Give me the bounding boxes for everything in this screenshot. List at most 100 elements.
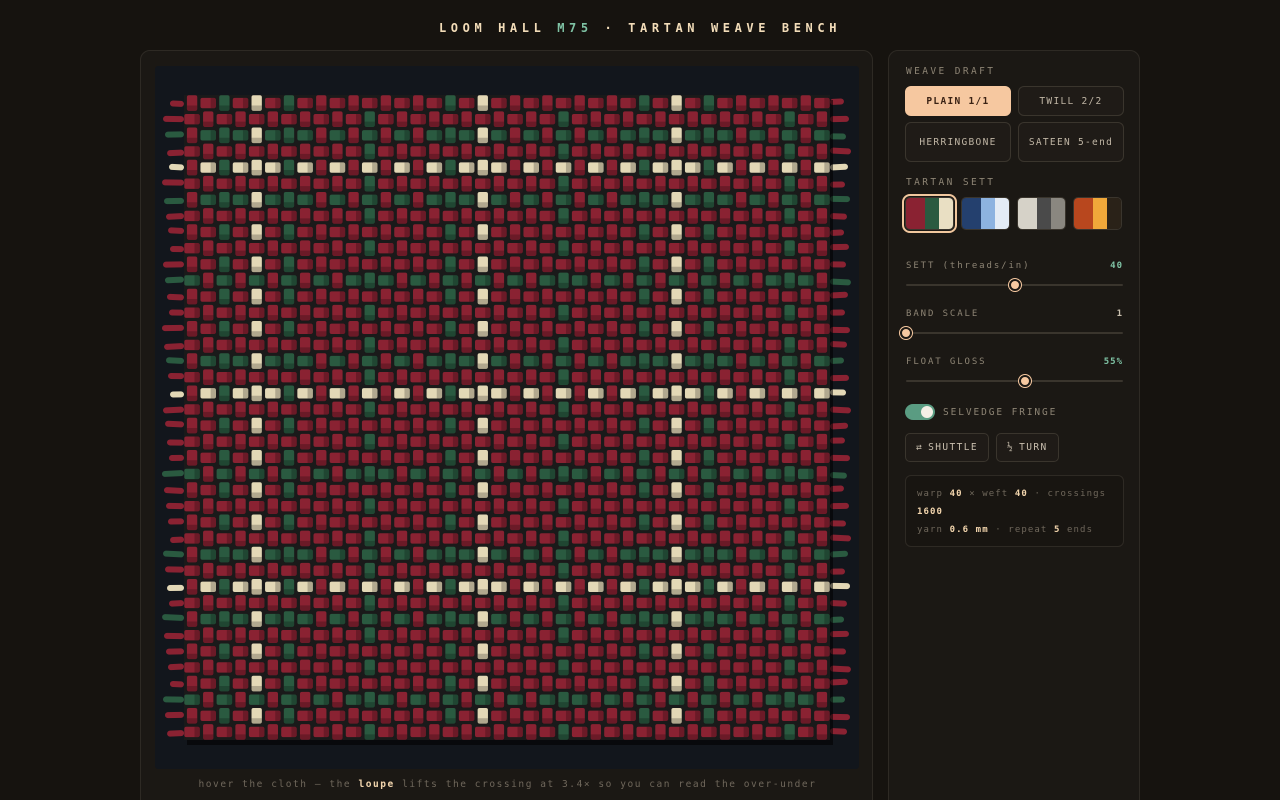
thread-shade [736, 685, 747, 692]
thread-shade [323, 533, 330, 544]
thread-shade [226, 597, 233, 609]
thread-shade [283, 685, 295, 692]
float-gloss-value: 55% [1103, 357, 1123, 367]
thread-shade [662, 355, 669, 367]
thread-shade [816, 702, 828, 708]
thread-shade [275, 194, 281, 205]
thread-shade [388, 533, 394, 544]
thread-shade [436, 581, 443, 592]
draft-herringbone-button[interactable]: HERRINGBONE [905, 122, 1011, 162]
thread-shade [558, 605, 569, 611]
thread-shade [792, 710, 798, 721]
thread-shade [590, 379, 601, 385]
thread-shade [558, 282, 569, 289]
half-turn-button[interactable]: ½ TURN [995, 433, 1059, 462]
thread-shade [388, 243, 394, 254]
thread-shade [242, 194, 249, 205]
thread-shade [339, 162, 346, 173]
thread-shade [404, 291, 410, 302]
thread-shade [452, 243, 459, 254]
weft-value: 40 [1014, 489, 1028, 499]
sett-slider-thumb[interactable] [1008, 279, 1021, 291]
thread-shade [275, 581, 281, 592]
draft-sateen-button[interactable]: SATEEN 5-end [1018, 122, 1124, 162]
thread-shade [565, 355, 572, 367]
thread-shade [275, 517, 281, 528]
fringe-thread [168, 227, 185, 234]
thread-shade [646, 726, 653, 738]
thread-shade [679, 597, 685, 609]
draft-twill-button[interactable]: TWILL 2/2 [1018, 86, 1124, 116]
control-panel: WEAVE DRAFT PLAIN 1/1 TWILL 2/2 HERRINGB… [888, 50, 1140, 800]
thread-shade [542, 718, 553, 724]
thread-shade [404, 355, 410, 367]
sett-swatch-stone-slate[interactable] [1017, 197, 1066, 230]
thread-shade [332, 476, 343, 482]
fringe-thread [165, 566, 185, 573]
thread-shade [485, 726, 491, 738]
thread-shade [792, 355, 798, 367]
sett-slider-track[interactable] [906, 279, 1123, 291]
sett-swatch-navy-sky[interactable] [961, 197, 1010, 230]
thread-shade [235, 540, 246, 547]
thread-shade [219, 234, 230, 240]
thread-shade [275, 678, 281, 689]
thread-shade [501, 710, 507, 721]
thread-shade [316, 363, 327, 369]
swatch-color-band [1106, 198, 1121, 229]
thread-shade [299, 702, 311, 708]
thread-shade [662, 291, 669, 302]
thread-shade [582, 178, 588, 189]
thread-shade [630, 678, 636, 689]
thread-shade [768, 589, 779, 595]
thread-shade [501, 226, 507, 238]
thread-shade [614, 178, 620, 189]
band-scale-thumb[interactable] [900, 327, 912, 339]
thread-shade [429, 186, 440, 192]
band-scale-track[interactable] [900, 327, 1123, 339]
thread-shade [501, 130, 507, 141]
thread-shade [639, 298, 650, 305]
thread-shade [186, 266, 198, 273]
thread-shade [808, 436, 814, 447]
thread-shade [372, 323, 378, 334]
selvedge-fringe-toggle[interactable] [905, 404, 935, 420]
thread-shade [219, 169, 230, 176]
thread-shade [622, 379, 634, 385]
thread-shade [517, 533, 523, 544]
draft-plain-button[interactable]: PLAIN 1/1 [905, 86, 1011, 116]
thread-shade [614, 565, 620, 576]
thread-shade [533, 613, 539, 625]
sett-swatch-rust-amber[interactable] [1073, 197, 1122, 230]
sett-swatch-crimson-forest[interactable] [902, 194, 957, 233]
thread-shade [808, 404, 814, 415]
shuttle-button[interactable]: ⇄ SHUTTLE [905, 433, 989, 462]
thread-shade [775, 275, 782, 286]
thread-shade [662, 130, 669, 141]
thread-shade [533, 323, 539, 334]
thread-shade [396, 347, 408, 353]
tartan-cloth[interactable] [184, 95, 830, 740]
float-gloss-track[interactable] [906, 375, 1123, 387]
thread-shade [219, 266, 230, 273]
thread-shade [784, 186, 795, 192]
thread-shade [549, 662, 556, 673]
cloth-viewport[interactable] [155, 66, 859, 769]
thread-shade [646, 178, 653, 189]
thread-shade [501, 613, 507, 625]
thread-shade [436, 97, 443, 109]
thread-shade [356, 210, 362, 222]
thread-shade [784, 540, 795, 547]
thread-shade [655, 347, 666, 353]
fringe-thread [162, 614, 185, 621]
thread-shade [364, 315, 375, 321]
thread-shade [800, 589, 811, 595]
thread-shade [614, 662, 620, 673]
thread-shade [517, 501, 523, 512]
thread-shade [565, 194, 572, 205]
thread-shade [219, 202, 230, 208]
thread-shade [671, 653, 682, 660]
float-gloss-thumb[interactable] [1019, 375, 1032, 387]
thread-shade [679, 565, 685, 576]
thread-shade [493, 669, 505, 676]
